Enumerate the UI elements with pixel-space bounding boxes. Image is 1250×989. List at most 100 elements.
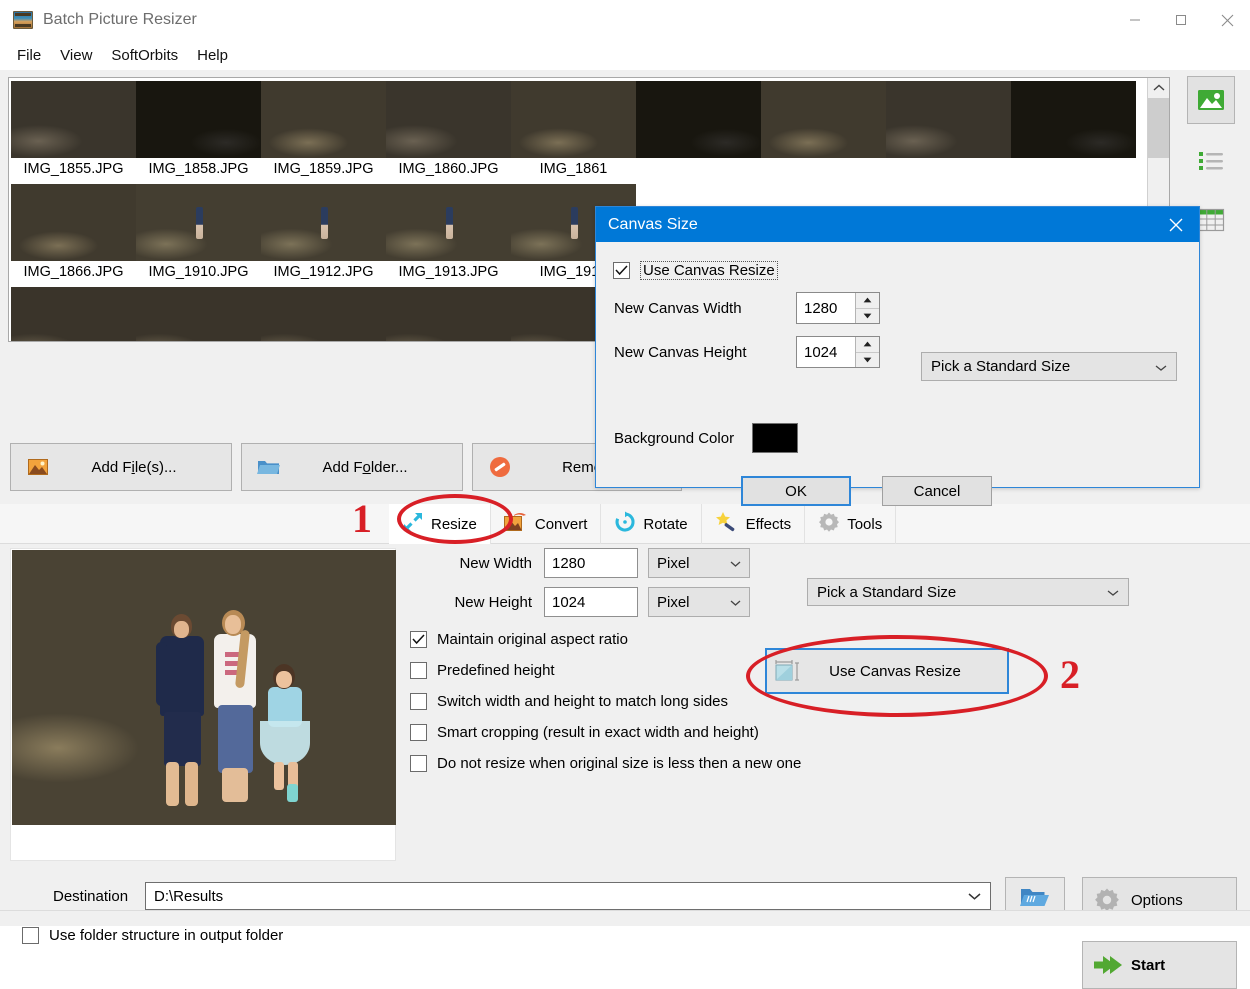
preview-photo <box>12 550 396 825</box>
background-color-label: Background Color <box>614 430 735 447</box>
thumbnail-item[interactable]: IMG_1866.JPG <box>11 181 136 284</box>
thumbnail-image <box>136 184 261 261</box>
close-icon[interactable] <box>1204 0 1250 40</box>
spinner-down-icon[interactable] <box>856 308 879 323</box>
use-folder-structure-label: Use folder structure in output folder <box>49 927 284 944</box>
add-files-button[interactable]: Add File(s)... <box>10 443 232 491</box>
thumbnail-image <box>511 81 636 158</box>
checkbox-box <box>410 662 427 679</box>
resize-checkbox-label: Predefined height <box>437 662 555 679</box>
thumbnail-image <box>386 287 511 341</box>
new-height-unit-select[interactable]: Pixel <box>648 587 750 617</box>
thumbnail-item[interactable]: IMG_1858.JPG <box>136 78 261 181</box>
spinner-up-icon[interactable] <box>856 337 879 353</box>
start-button[interactable]: Start <box>1082 941 1237 989</box>
background-color-swatch[interactable] <box>752 423 798 453</box>
thumbnail-filename: IMG_1866.JPG <box>23 264 124 280</box>
thumbnail-item[interactable]: IMG_1910.JPG <box>136 181 261 284</box>
add-folder-button[interactable]: Add Folder... <box>241 443 463 491</box>
resize-checkbox-4[interactable]: Do not resize when original size is less… <box>410 755 1240 772</box>
thumbnail-filename <box>1011 158 1136 165</box>
thumbnail-item[interactable] <box>761 78 886 181</box>
close-icon[interactable] <box>1153 207 1199 242</box>
folder-icon <box>256 458 282 476</box>
thumbnail-item[interactable]: IMG_1855.JPG <box>11 78 136 181</box>
minimize-icon[interactable] <box>1112 0 1158 40</box>
thumbnail-image <box>761 81 886 158</box>
spinner-arrows[interactable] <box>855 293 879 323</box>
new-width-label: New Width <box>459 554 532 572</box>
pick-standard-size-value: Pick a Standard Size <box>817 583 957 601</box>
resize-checkbox-3[interactable]: Smart cropping (result in exact width an… <box>410 724 1240 741</box>
menu-item-help[interactable]: Help <box>190 44 235 67</box>
thumbnail-filename: IMG_1855.JPG <box>23 161 124 177</box>
thumbnail-item[interactable]: IMG_1912.JPG <box>261 181 386 284</box>
new-canvas-height-spinner[interactable]: 1024 <box>796 336 880 368</box>
thumbnail-item[interactable]: IMG_1913.JPG <box>386 181 511 284</box>
thumbnail-item[interactable] <box>636 78 761 181</box>
add-files-label: Add File(s)... <box>91 458 177 476</box>
menu-item-softorbits[interactable]: SoftOrbits <box>104 44 185 67</box>
thumbnail-filename <box>636 158 761 165</box>
maximize-icon[interactable] <box>1158 0 1204 40</box>
thumbnail-item[interactable] <box>261 284 386 341</box>
app-image-icon <box>13 11 33 29</box>
tab-effects[interactable]: Effects <box>702 504 806 544</box>
thumbnail-item[interactable] <box>386 284 511 341</box>
image-preview-panel[interactable] <box>10 548 396 861</box>
annotation-step-2: 2 <box>1060 652 1080 697</box>
menu-item-view[interactable]: View <box>53 44 99 67</box>
dialog-ok-button[interactable]: OK <box>741 476 851 506</box>
dialog-cancel-button[interactable]: Cancel <box>882 476 992 506</box>
thumbnail-item[interactable]: IMG_1860.JPG <box>386 78 511 181</box>
thumbnail-image <box>261 287 386 341</box>
tab-rotate-label: Rotate <box>643 515 688 533</box>
rotate-icon <box>614 511 636 537</box>
resize-checkbox-label: Maintain original aspect ratio <box>437 631 628 648</box>
dialog-use-canvas-resize-checkbox[interactable]: Use Canvas Resize <box>613 261 778 280</box>
add-folder-label: Add Folder... <box>322 458 408 476</box>
new-width-unit-select[interactable]: Pixel <box>648 548 750 578</box>
thumbnail-image <box>11 184 136 261</box>
spinner-up-icon[interactable] <box>856 293 879 309</box>
scrollbar-thumb[interactable] <box>1148 98 1169 158</box>
new-height-unit-value: Pixel <box>657 593 690 611</box>
app-body: IMG_1855.JPG IMG_1858.JPG IMG_1859.JPG IMG_… <box>0 70 1250 989</box>
canvas-size-dialog[interactable]: Canvas Size Use Canvas Resize New Canvas… <box>595 206 1200 506</box>
thumbnail-item[interactable] <box>886 78 1011 181</box>
thumbnail-item[interactable] <box>136 284 261 341</box>
thumbnail-item[interactable] <box>11 284 136 341</box>
dialog-pick-standard-size-select[interactable]: Pick a Standard Size <box>921 352 1177 381</box>
list-view-icon[interactable] <box>1187 136 1235 184</box>
chevron-down-icon <box>730 555 741 572</box>
thumbnail-item[interactable]: IMG_1861 <box>511 78 636 181</box>
thumbnail-view-icon[interactable] <box>1187 76 1235 124</box>
thumbnail-image <box>386 184 511 261</box>
new-width-input[interactable]: 1280 <box>544 548 638 578</box>
scroll-up-icon[interactable] <box>1148 78 1169 98</box>
remove-icon <box>487 456 513 478</box>
new-height-input[interactable]: 1024 <box>544 587 638 617</box>
tab-effects-label: Effects <box>745 515 792 533</box>
use-folder-structure-checkbox[interactable]: Use folder structure in output folder <box>22 927 283 944</box>
new-canvas-height-value: 1024 <box>804 343 838 361</box>
title-bar: Batch Picture Resizer <box>0 0 1250 40</box>
thumbnail-filename <box>761 158 886 165</box>
spinner-down-icon[interactable] <box>856 352 879 367</box>
thumbnail-image <box>386 81 511 158</box>
tab-tools[interactable]: Tools <box>805 504 897 544</box>
pick-standard-size-select[interactable]: Pick a Standard Size <box>807 578 1129 606</box>
destination-input[interactable]: D:\Results <box>145 882 991 910</box>
chevron-down-icon <box>968 888 981 905</box>
tab-rotate[interactable]: Rotate <box>601 504 702 544</box>
resize-checkbox-label: Switch width and height to match long si… <box>437 693 728 710</box>
thumbnail-item[interactable] <box>1011 78 1136 181</box>
spinner-arrows[interactable] <box>855 337 879 367</box>
new-canvas-width-spinner[interactable]: 1280 <box>796 292 880 324</box>
thumbnail-image <box>11 287 136 341</box>
menu-item-file[interactable]: File <box>10 44 48 67</box>
new-width-unit-value: Pixel <box>657 554 690 572</box>
dialog-title: Canvas Size <box>608 215 698 233</box>
options-label: Options <box>1131 891 1183 909</box>
thumbnail-item[interactable]: IMG_1859.JPG <box>261 78 386 181</box>
